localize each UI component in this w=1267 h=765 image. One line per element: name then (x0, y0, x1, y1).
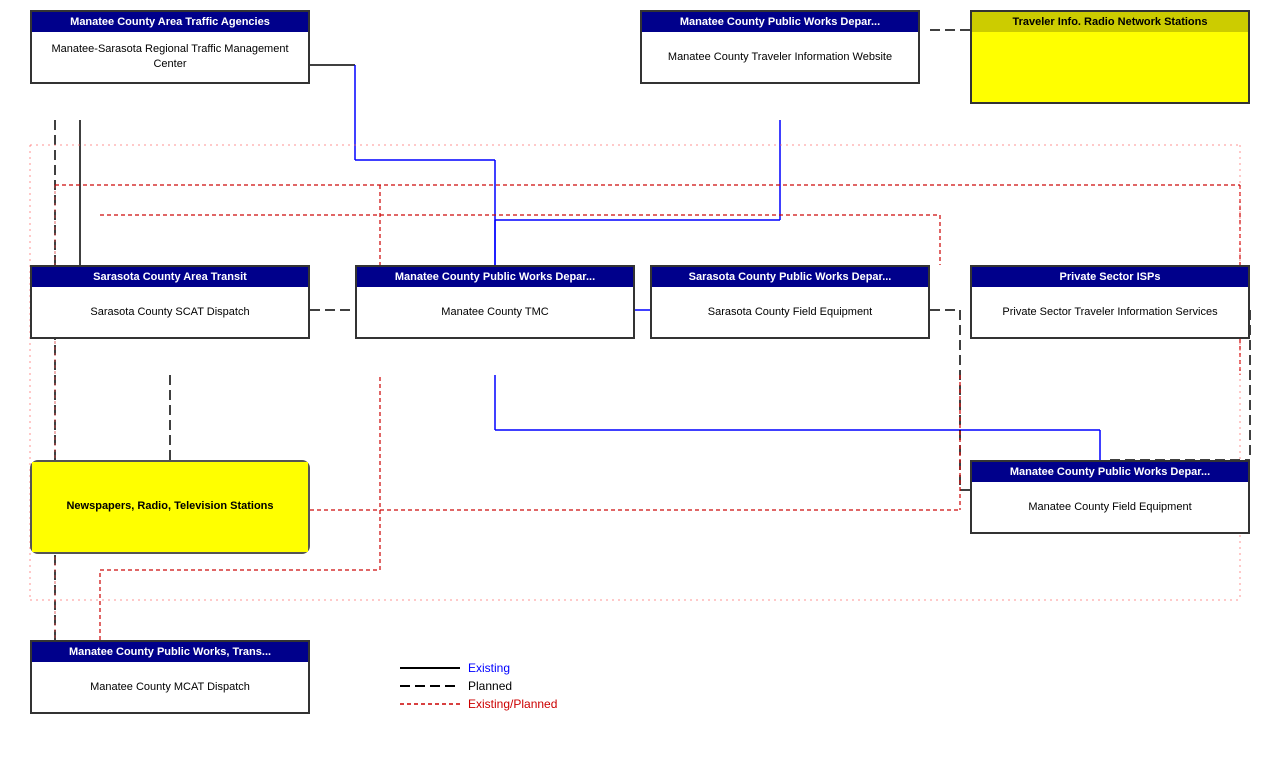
legend: Existing Planned Existing/Planned (400, 661, 557, 715)
node-private-sector-header: Private Sector ISPs (972, 267, 1248, 287)
node-traveler-radio-header: Traveler Info. Radio Network Stations (972, 12, 1248, 32)
node-manatee-field-body: Manatee County Field Equipment (972, 482, 1248, 532)
legend-existing: Existing (400, 661, 557, 675)
node-manatee-traveler-website-body: Manatee County Traveler Information Webs… (642, 32, 918, 82)
node-mcat-dispatch-header: Manatee County Public Works, Trans... (32, 642, 308, 662)
node-manatee-traffic-body: Manatee-Sarasota Regional Traffic Manage… (32, 32, 308, 82)
node-private-sector-body: Private Sector Traveler Information Serv… (972, 287, 1248, 337)
node-scat-dispatch-body: Sarasota County SCAT Dispatch (32, 287, 308, 337)
node-manatee-traveler-website: Manatee County Public Works Depar... Man… (640, 10, 920, 84)
node-mcat-dispatch-body: Manatee County MCAT Dispatch (32, 662, 308, 712)
legend-existing-planned-label: Existing/Planned (468, 697, 557, 711)
node-sarasota-field-body: Sarasota County Field Equipment (652, 287, 928, 337)
node-manatee-tmc-body: Manatee County TMC (357, 287, 633, 337)
node-manatee-tmc-header: Manatee County Public Works Depar... (357, 267, 633, 287)
node-scat-dispatch-header: Sarasota County Area Transit (32, 267, 308, 287)
node-newspapers-body: Newspapers, Radio, Television Stations (32, 462, 308, 552)
node-mcat-dispatch: Manatee County Public Works, Trans... Ma… (30, 640, 310, 714)
node-manatee-traffic: Manatee County Area Traffic Agencies Man… (30, 10, 310, 84)
node-newspapers: Newspapers, Radio, Television Stations (30, 460, 310, 554)
node-manatee-traveler-website-header: Manatee County Public Works Depar... (642, 12, 918, 32)
diagram-container: Manatee County Area Traffic Agencies Man… (0, 0, 1267, 765)
node-private-sector: Private Sector ISPs Private Sector Trave… (970, 265, 1250, 339)
legend-planned: Planned (400, 679, 557, 693)
node-traveler-radio: Traveler Info. Radio Network Stations (970, 10, 1250, 104)
legend-existing-planned: Existing/Planned (400, 697, 557, 711)
legend-existing-label: Existing (468, 661, 510, 675)
node-manatee-traffic-header: Manatee County Area Traffic Agencies (32, 12, 308, 32)
node-manatee-tmc: Manatee County Public Works Depar... Man… (355, 265, 635, 339)
legend-planned-label: Planned (468, 679, 512, 693)
node-sarasota-field: Sarasota County Public Works Depar... Sa… (650, 265, 930, 339)
node-sarasota-field-header: Sarasota County Public Works Depar... (652, 267, 928, 287)
node-scat-dispatch: Sarasota County Area Transit Sarasota Co… (30, 265, 310, 339)
node-traveler-radio-body (972, 32, 1248, 102)
node-manatee-field: Manatee County Public Works Depar... Man… (970, 460, 1250, 534)
node-manatee-field-header: Manatee County Public Works Depar... (972, 462, 1248, 482)
